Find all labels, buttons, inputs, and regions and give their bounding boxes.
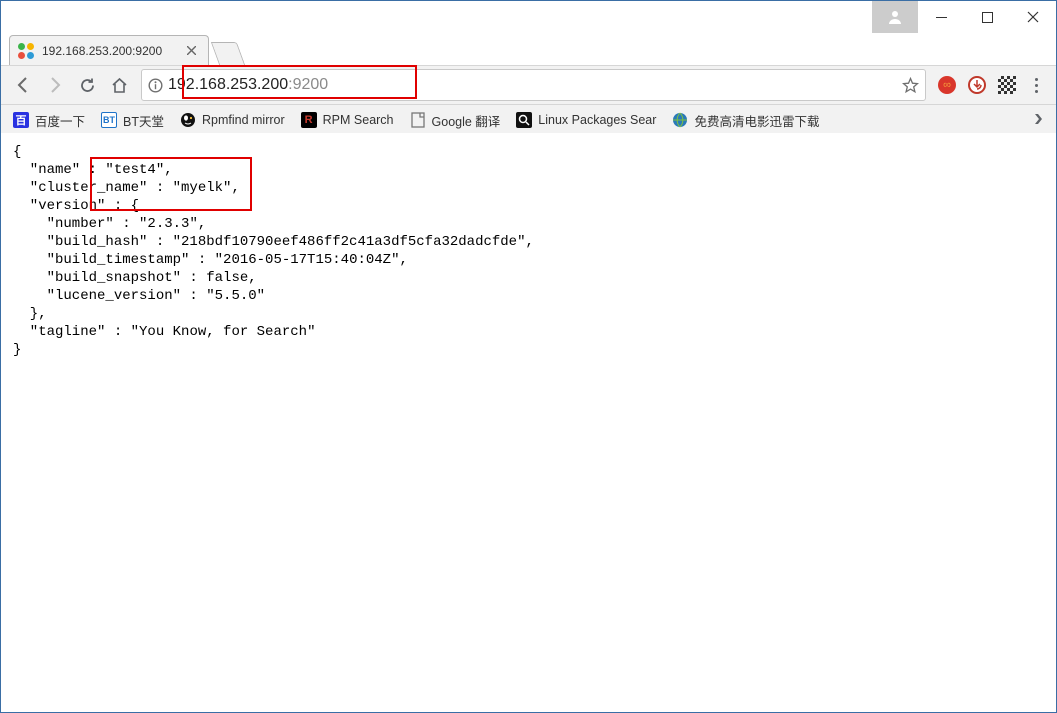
bookmark-icon [180, 112, 196, 128]
url-text: 192.168.253.200:9200 [168, 76, 895, 94]
extension-icon: ∞ [938, 76, 956, 94]
bookmark-icon: 百 [13, 112, 29, 128]
browser-window: 192.168.253.200:9200 192.168.253.200:920… [0, 0, 1057, 713]
bookmark-item[interactable]: BT BT天堂 [93, 107, 172, 133]
json-build-hash: 218bdf10790eef486ff2c41a3df5cfa32dadcfde [181, 234, 517, 250]
bookmark-label: Rpmfind mirror [202, 113, 285, 127]
tab-strip: 192.168.253.200:9200 [1, 33, 1056, 65]
bookmark-label: BT天堂 [123, 111, 164, 130]
bookmark-label: 免费高清电影迅雷下载 [694, 111, 819, 130]
bookmark-item[interactable]: Linux Packages Sear [508, 107, 664, 133]
bookmark-star-button[interactable] [895, 77, 925, 94]
json-lucene-version: 5.5.0 [215, 288, 257, 304]
bookmark-icon [410, 112, 426, 128]
extension-button-2[interactable] [963, 71, 991, 99]
bookmark-item[interactable]: 免费高清电影迅雷下载 [664, 107, 827, 133]
extension-button-3[interactable] [993, 71, 1021, 99]
tab-close-button[interactable] [184, 44, 198, 58]
bookmark-label: RPM Search [323, 113, 394, 127]
json-version-number: 2.3.3 [147, 216, 189, 232]
bookmark-item[interactable]: Google 翻译 [402, 107, 509, 133]
minimize-icon [936, 12, 947, 23]
forward-arrow-icon [46, 76, 64, 94]
bookmark-label: 百度一下 [35, 111, 85, 130]
home-icon [111, 77, 128, 94]
browser-menu-button[interactable] [1022, 78, 1050, 93]
site-info-button[interactable] [142, 78, 168, 93]
json-build-timestamp: 2016-05-17T15:40:04Z [223, 252, 391, 268]
close-icon [187, 46, 196, 55]
page-content: { "name" : "test4", "cluster_name" : "my… [1, 133, 1056, 712]
maximize-icon [982, 12, 993, 23]
adblock-icon [968, 76, 986, 94]
chevron-right-icon [1032, 113, 1044, 125]
address-bar[interactable]: 192.168.253.200:9200 [141, 69, 926, 101]
bookmark-item[interactable]: Rpmfind mirror [172, 107, 293, 133]
json-name-value: test4 [114, 162, 156, 178]
maximize-button[interactable] [964, 1, 1010, 33]
bookmark-icon [672, 112, 688, 128]
flag-icon [998, 76, 1016, 94]
bookmark-icon: BT [101, 112, 117, 128]
minimize-button[interactable] [918, 1, 964, 33]
browser-toolbar: 192.168.253.200:9200 ∞ [1, 65, 1056, 105]
user-icon [887, 9, 903, 25]
bookmarks-bar: 百百度一下 BTBT天堂 Rpmfind mirror RRPM Search … [1, 105, 1056, 136]
reload-button[interactable] [71, 69, 103, 101]
back-button[interactable] [7, 69, 39, 101]
bookmarks-overflow-button[interactable] [1024, 113, 1052, 128]
info-icon [148, 78, 163, 93]
bookmark-icon: R [301, 112, 317, 128]
forward-button[interactable] [39, 69, 71, 101]
tab-title: 192.168.253.200:9200 [42, 44, 178, 58]
browser-tab[interactable]: 192.168.253.200:9200 [9, 35, 209, 65]
close-icon [1027, 11, 1039, 23]
window-titlebar [1, 1, 1056, 33]
close-window-button[interactable] [1010, 1, 1056, 33]
reload-icon [79, 77, 96, 94]
json-build-snapshot: false [206, 270, 248, 286]
json-response: { "name" : "test4", "cluster_name" : "my… [1, 133, 1056, 369]
new-tab-button[interactable] [211, 42, 245, 65]
bookmark-label: Linux Packages Sear [538, 113, 656, 127]
json-tagline: You Know, for Search [139, 324, 307, 340]
star-icon [902, 77, 919, 94]
extension-button-1[interactable]: ∞ [933, 71, 961, 99]
bookmark-item[interactable]: R RPM Search [293, 107, 402, 133]
bookmark-label: Google 翻译 [432, 111, 501, 130]
json-cluster-name-value: myelk [181, 180, 223, 196]
url-port: :9200 [288, 76, 328, 93]
bookmark-item[interactable]: 百百度一下 [5, 107, 93, 133]
url-host: 192.168.253.200 [168, 76, 288, 93]
tab-favicon [18, 43, 34, 59]
user-profile-button[interactable] [872, 1, 918, 33]
bookmark-icon [516, 112, 532, 128]
home-button[interactable] [103, 69, 135, 101]
back-arrow-icon [14, 76, 32, 94]
